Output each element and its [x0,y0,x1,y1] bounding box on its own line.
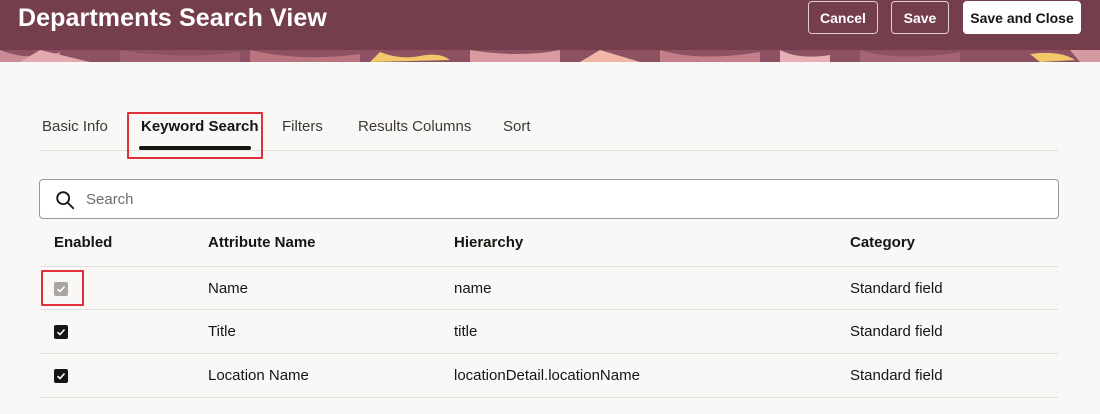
tab-results-columns[interactable]: Results Columns [358,118,471,135]
page-title: Departments Search View [18,4,327,32]
hierarchy-cell: title [454,323,478,340]
tab-highlight-box [127,112,263,159]
search-bar[interactable] [39,179,1059,219]
checkbox-highlight-box [41,270,84,306]
tab-sort[interactable]: Sort [503,118,531,135]
column-header-hierarchy: Hierarchy [454,234,524,251]
attribute-name-cell: Title [208,323,236,340]
cancel-button[interactable]: Cancel [808,1,878,34]
table-row: Name name Standard field [40,266,1058,310]
save-button[interactable]: Save [891,1,949,34]
column-header-enabled: Enabled [54,234,113,251]
enabled-checkbox[interactable] [54,325,68,339]
column-header-category: Category [850,234,916,251]
table-row: Title title Standard field [40,309,1058,353]
enabled-checkbox[interactable] [54,369,68,383]
search-input[interactable] [86,186,1036,212]
attribute-name-cell: Name [208,280,249,297]
attribute-name-cell: Location Name [208,367,309,384]
table-bottom-border [40,397,1058,398]
hierarchy-cell: locationDetail.locationName [454,367,640,384]
table-row: Location Name locationDetail.locationNam… [40,353,1058,397]
column-header-attribute-name: Attribute Name [208,234,316,251]
save-and-close-button[interactable]: Save and Close [963,1,1081,34]
hierarchy-cell: name [454,280,492,297]
page-header: Departments Search View Cancel Save Save… [0,0,1100,62]
category-cell: Standard field [850,280,943,297]
search-icon [56,191,75,210]
checkmark-icon [56,328,66,336]
tab-basic-info[interactable]: Basic Info [42,118,108,135]
tab-filters[interactable]: Filters [282,118,323,135]
category-cell: Standard field [850,323,943,340]
checkmark-icon [56,372,66,380]
category-cell: Standard field [850,367,943,384]
